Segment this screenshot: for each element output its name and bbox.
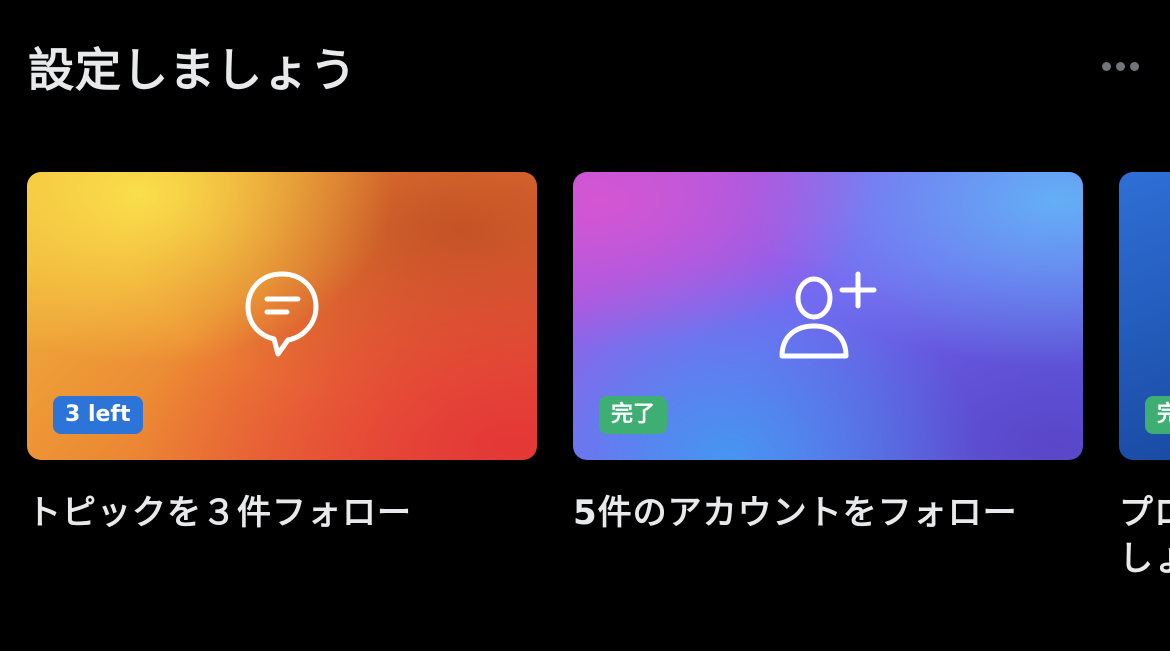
completed-badge: 完了 xyxy=(599,396,668,434)
follow-accounts-card[interactable]: 完了 5件のアカウントをフォロー xyxy=(573,172,1083,536)
page-title: 設定しましょう xyxy=(28,43,357,97)
completed-badge: 完 xyxy=(1145,396,1170,434)
header: 設定しましょう xyxy=(28,30,1170,100)
card-label: プロしょう xyxy=(1119,493,1170,579)
person-add-icon xyxy=(779,271,877,359)
topic-speech-bubble-icon xyxy=(245,271,319,357)
more-horizontal-icon xyxy=(1129,61,1139,71)
follow-topics-card[interactable]: 3 left トピックを３件フォロー xyxy=(27,172,537,536)
card-thumbnail: 完 xyxy=(1119,172,1170,460)
card-thumbnail: 3 left xyxy=(27,172,537,460)
setup-carousel[interactable]: 3 left トピックを３件フォロー 完了 5件のアカウントをフォロー 完 プロ… xyxy=(0,172,1170,651)
more-horizontal-icon xyxy=(1115,61,1125,71)
remaining-count-badge: 3 left xyxy=(53,396,143,434)
card-thumbnail: 完了 xyxy=(573,172,1083,460)
profile-setup-card[interactable]: 完 プロしょう xyxy=(1119,172,1170,582)
more-horizontal-icon xyxy=(1101,61,1111,71)
card-label: トピックを３件フォロー xyxy=(27,493,412,533)
more-options-button[interactable] xyxy=(1090,48,1150,84)
card-label: 5件のアカウントをフォロー xyxy=(573,493,1018,533)
